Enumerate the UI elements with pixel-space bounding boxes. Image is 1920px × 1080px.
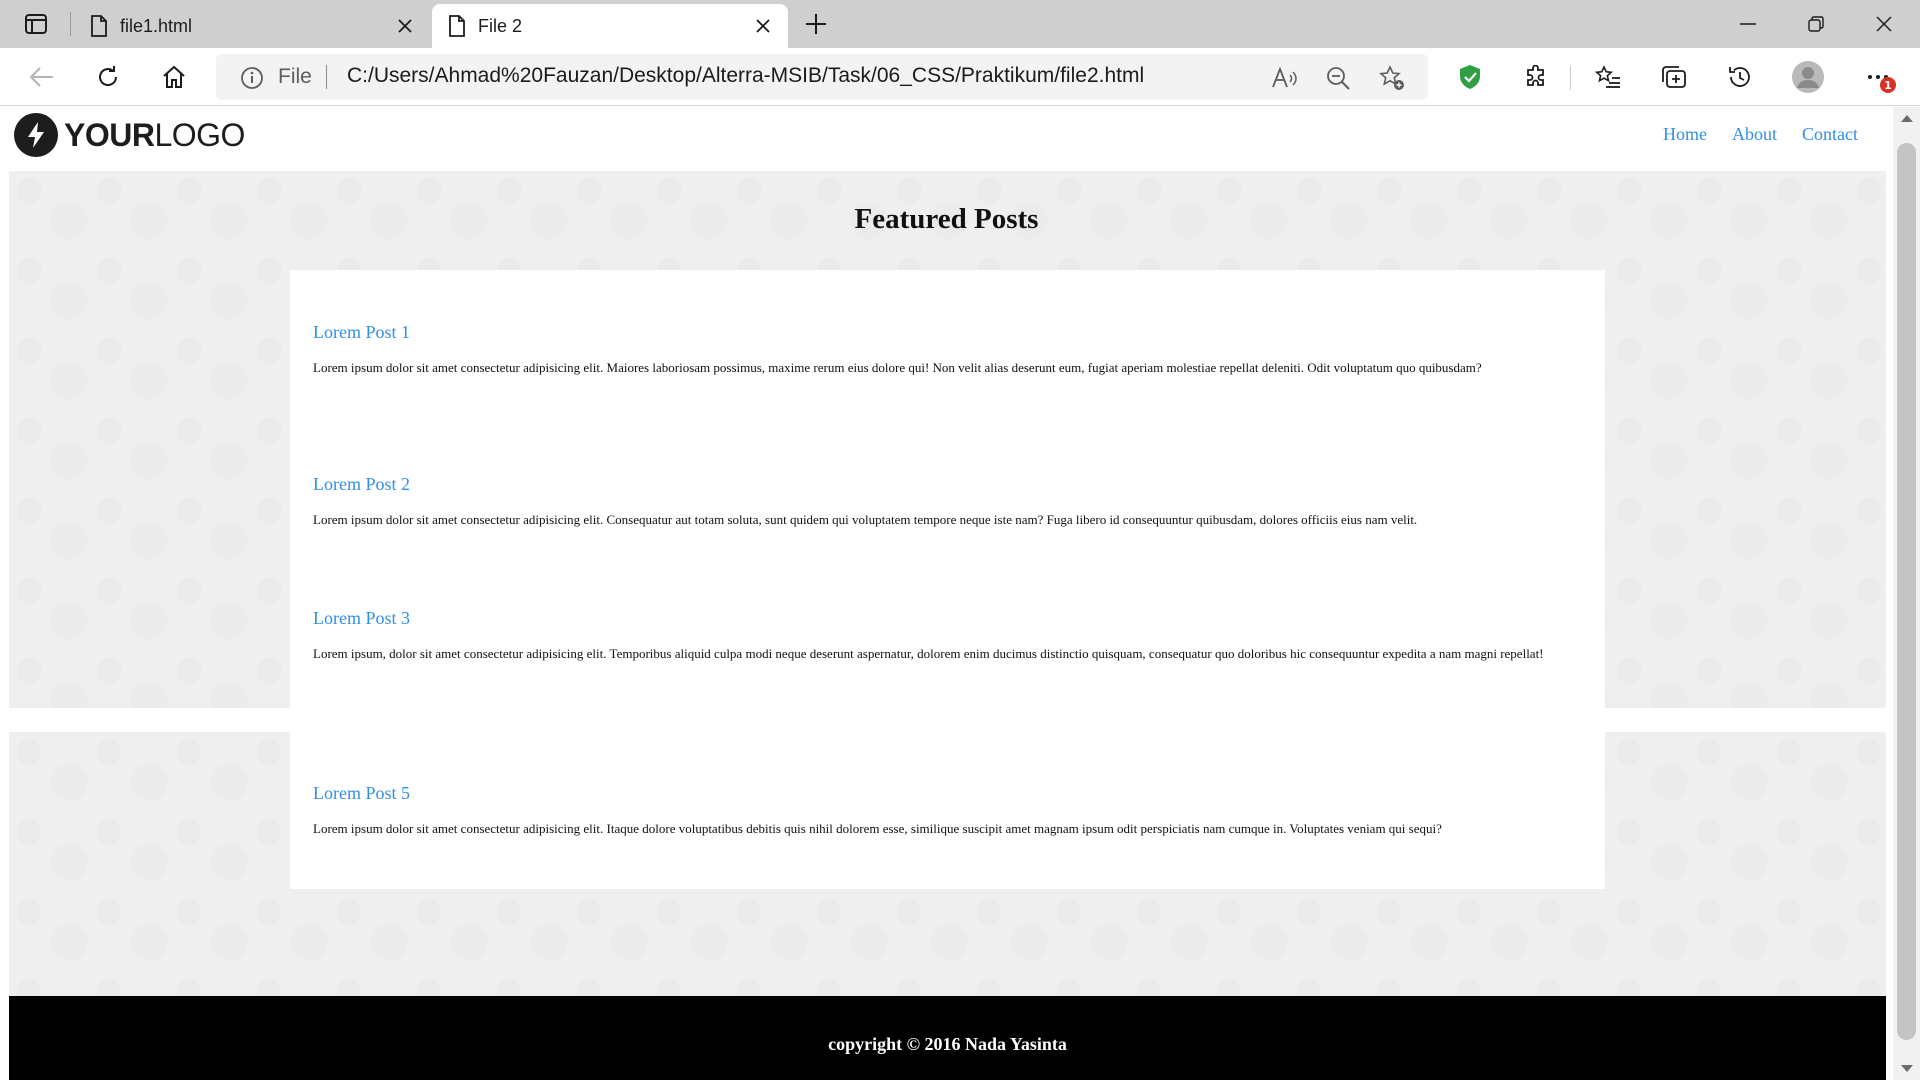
nav-link-contact[interactable]: Contact xyxy=(1802,124,1858,145)
home-button[interactable] xyxy=(158,61,190,93)
address-separator xyxy=(326,65,327,89)
info-icon xyxy=(241,67,263,89)
extensions-icon xyxy=(1527,65,1544,86)
close-tab-button[interactable] xyxy=(394,15,416,37)
read-aloud-icon xyxy=(1272,67,1297,88)
scrollbar-thumb[interactable] xyxy=(1897,143,1916,1040)
copyright-text: copyright © 2016 Nada Yasinta xyxy=(828,1034,1067,1054)
post-title-link[interactable]: Lorem Post 5 xyxy=(313,783,1578,804)
main-nav: Home About Contact xyxy=(1663,124,1893,145)
toolbar-divider xyxy=(1570,66,1571,90)
close-icon xyxy=(1876,16,1892,32)
post-title-link[interactable]: Lorem Post 2 xyxy=(313,474,1578,495)
site-logo[interactable]: YOURLOGO xyxy=(14,113,245,157)
tab-bar: file1.html File 2 xyxy=(0,0,1920,48)
page-icon xyxy=(449,15,465,37)
add-favorite-button[interactable] xyxy=(1376,62,1408,94)
page-icon xyxy=(91,15,107,37)
back-icon xyxy=(30,67,53,87)
tab-title: file1.html xyxy=(120,15,193,36)
post-body: Lorem ipsum dolor sit amet consectetur a… xyxy=(313,360,1482,375)
profile-button[interactable] xyxy=(1792,61,1824,93)
url-text[interactable]: C:/Users/Ahmad%20Fauzan/Desktop/Alterra-… xyxy=(347,64,1144,88)
tab-file1[interactable]: file1.html xyxy=(74,4,430,48)
history-button[interactable] xyxy=(1724,61,1756,93)
zoom-out-icon xyxy=(1327,67,1350,90)
post-body: Lorem ipsum dolor sit amet consectetur a… xyxy=(313,512,1418,527)
tab-actions-button[interactable] xyxy=(18,10,54,38)
site-info-button[interactable] xyxy=(240,66,264,95)
site-header: YOURLOGO Home About Contact xyxy=(0,107,1893,171)
nav-link-home[interactable]: Home xyxy=(1663,124,1707,145)
post-body: Lorem ipsum dolor sit amet consectetur a… xyxy=(313,821,1442,836)
post-item: Lorem Post 2 Lorem ipsum dolor sit amet … xyxy=(313,474,1578,528)
shield-icon xyxy=(1460,65,1480,89)
post-body: Lorem ipsum, dolor sit amet consectetur … xyxy=(313,646,1544,661)
logo-text-regular: LOGO xyxy=(154,116,245,153)
history-icon xyxy=(1729,67,1750,87)
logo-text: YOURLOGO xyxy=(64,117,245,154)
collections-icon xyxy=(1662,66,1686,88)
new-tab-button[interactable] xyxy=(800,10,832,38)
close-tab-button[interactable] xyxy=(752,15,774,37)
site-footer: copyright © 2016 Nada Yasinta xyxy=(9,996,1886,1080)
zoom-out-button[interactable] xyxy=(1322,62,1354,94)
page-viewport: YOURLOGO Home About Contact Featured Pos… xyxy=(0,107,1893,1080)
tab-file2[interactable]: File 2 xyxy=(432,4,788,48)
tab-title: File 2 xyxy=(478,15,523,36)
close-icon xyxy=(756,19,770,33)
scroll-up-arrow-icon[interactable] xyxy=(1901,115,1913,122)
vertical-scrollbar[interactable] xyxy=(1893,107,1920,1080)
logo-text-bold: YOUR xyxy=(64,116,155,153)
posts-panel: Lorem Post 1 Lorem ipsum dolor sit amet … xyxy=(290,270,1605,889)
add-favorite-icon xyxy=(1379,65,1404,90)
extensions-button[interactable] xyxy=(1520,61,1552,93)
sidebar-icon xyxy=(25,14,47,34)
restore-button[interactable] xyxy=(1796,8,1836,40)
restore-icon xyxy=(1808,16,1824,32)
address-bar[interactable]: File C:/Users/Ahmad%20Fauzan/Desktop/Alt… xyxy=(216,54,1428,100)
plus-icon xyxy=(806,14,826,34)
post-item: Lorem Post 3 Lorem ipsum, dolor sit amet… xyxy=(313,608,1578,662)
collections-button[interactable] xyxy=(1658,61,1690,93)
shield-extension-button[interactable] xyxy=(1454,61,1486,93)
post-title-link[interactable]: Lorem Post 3 xyxy=(313,608,1578,629)
refresh-icon xyxy=(99,66,118,86)
refresh-button[interactable] xyxy=(92,61,124,93)
minimize-icon xyxy=(1740,23,1756,25)
favorites-button[interactable] xyxy=(1592,61,1624,93)
home-icon xyxy=(163,65,185,88)
post-item: Lorem Post 5 Lorem ipsum dolor sit amet … xyxy=(313,783,1578,837)
browser-toolbar: File C:/Users/Ahmad%20Fauzan/Desktop/Alt… xyxy=(0,48,1920,106)
profile-icon xyxy=(1792,61,1824,93)
post-item: Lorem Post 1 Lorem ipsum dolor sit amet … xyxy=(313,322,1578,376)
settings-and-more-button[interactable]: 1 xyxy=(1862,61,1896,93)
favorites-icon xyxy=(1595,65,1620,88)
close-icon xyxy=(398,19,412,33)
featured-posts-heading: Featured Posts xyxy=(854,203,1039,235)
lightning-bolt-icon xyxy=(14,113,58,157)
scheme-label: File xyxy=(278,65,312,88)
minimize-button[interactable] xyxy=(1728,8,1768,40)
nav-link-about[interactable]: About xyxy=(1732,124,1777,145)
notification-badge: 1 xyxy=(1880,77,1896,93)
post-title-link[interactable]: Lorem Post 1 xyxy=(313,322,1578,343)
tab-separator xyxy=(70,12,71,36)
close-window-button[interactable] xyxy=(1864,8,1904,40)
read-aloud-button[interactable] xyxy=(1268,62,1300,94)
scroll-down-arrow-icon[interactable] xyxy=(1901,1065,1913,1072)
back-button[interactable] xyxy=(26,61,58,93)
